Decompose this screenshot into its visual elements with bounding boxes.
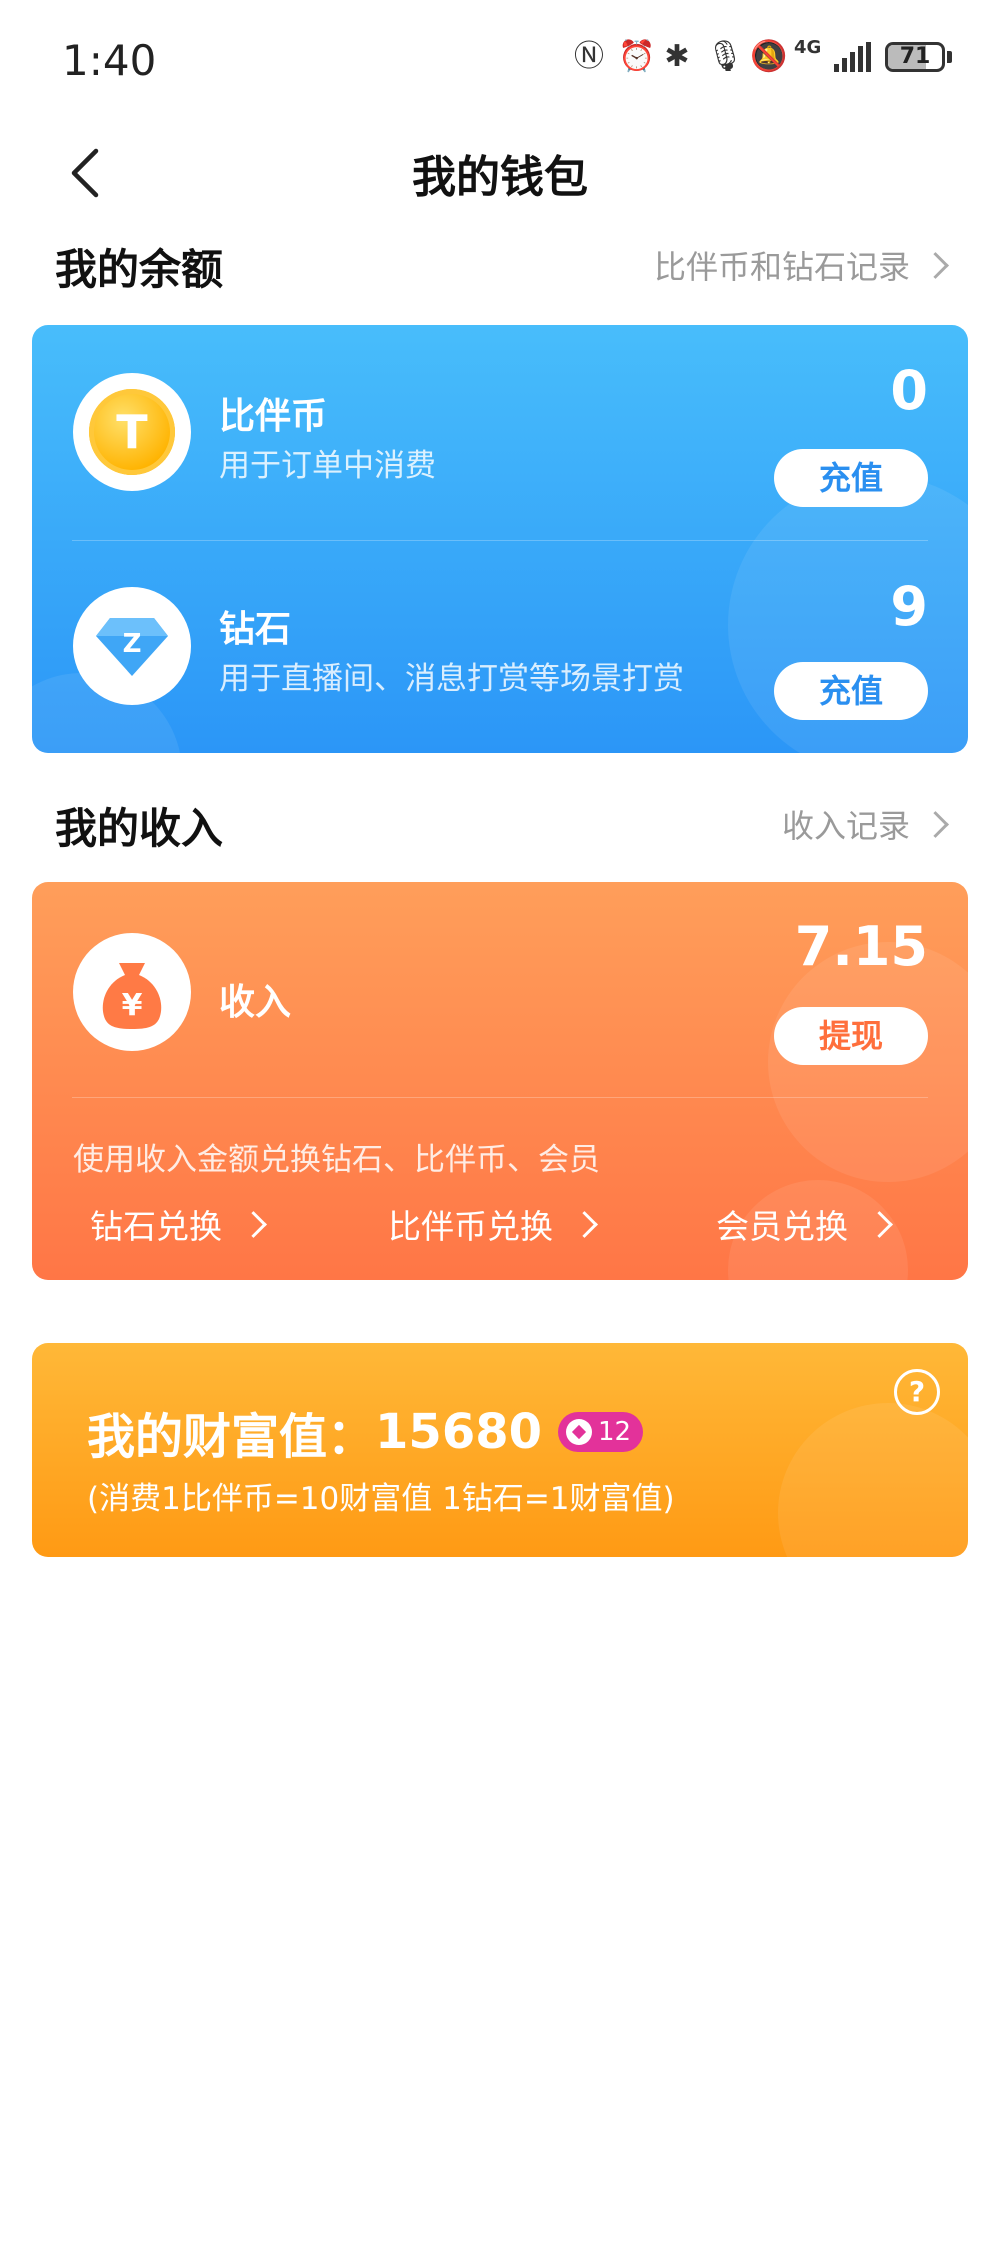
withdraw-button[interactable]: 提现 [774, 1007, 928, 1065]
diamond-name: 钻石 [219, 609, 292, 650]
income-records-link[interactable]: 收入记录 [781, 801, 949, 847]
mic-icon: 🎙 [706, 39, 745, 74]
mute-bell-icon: 🔕 [750, 39, 788, 74]
coin-row: T 比伴币 用于订单中消费 0 充值 [32, 325, 968, 540]
diamond-row: Z 钻石 用于直播间、消息打赏等场景打赏 9 充值 [32, 540, 968, 753]
money-bag-icon: ¥ [102, 963, 162, 1029]
wealth-line: 我的财富值： 15680 12 [87, 1397, 644, 1467]
status-icons: Ⓝ ⏰ ✱ 🎙 🔕 4G 71 [574, 37, 952, 74]
coin-icon: T [89, 389, 175, 475]
diamond-icon: Z [89, 603, 175, 689]
diamond-glyph: Z [123, 629, 142, 659]
income-title: 我的收入 [55, 804, 224, 853]
income-amount: 7.15 [794, 915, 928, 978]
svg-text:¥: ¥ [122, 988, 143, 1023]
balance-records-link[interactable]: 比伴币和钻石记录 [653, 242, 949, 288]
income-header: 我的收入 收入记录 [55, 787, 949, 857]
income-icon-wrap: ¥ [73, 933, 191, 1051]
diamond-balance: 9 [890, 575, 928, 638]
wealth-level: 12 [598, 1417, 632, 1447]
signal-icon [834, 42, 871, 72]
income-name: 收入 [219, 982, 292, 1023]
help-icon[interactable]: ? [894, 1369, 940, 1415]
level-icon [566, 1419, 593, 1445]
wealth-value: 15680 [375, 1404, 543, 1460]
income-exchange-note: 使用收入金额兑换钻石、比伴币、会员 [73, 1142, 600, 1178]
diamond-recharge-button[interactable]: 充值 [774, 662, 928, 720]
divider [72, 1097, 928, 1098]
chevron-right-icon [922, 810, 949, 838]
coin-desc: 用于订单中消费 [219, 448, 436, 484]
status-bar: 1:40 Ⓝ ⏰ ✱ 🎙 🔕 4G 71 [0, 0, 1000, 125]
coin-recharge-button[interactable]: 充值 [774, 449, 928, 507]
diamond-exchange-link[interactable]: 钻石兑换 [90, 1200, 267, 1248]
nfc-icon: Ⓝ [574, 39, 604, 74]
page-title: 我的钱包 [412, 152, 588, 203]
wealth-card: 我的财富值： 15680 12 (消费1比伴币=10财富值 1钻石=1财富值) … [32, 1343, 968, 1557]
wealth-label: 我的财富值： [87, 1409, 376, 1465]
diamond-exchange-label: 钻石兑换 [90, 1207, 222, 1246]
income-records-label: 收入记录 [781, 807, 910, 845]
coin-exchange-link[interactable]: 比伴币兑换 [388, 1200, 598, 1248]
status-time: 1:40 [62, 36, 157, 85]
diamond-icon-wrap: Z [73, 587, 191, 705]
member-exchange-label: 会员兑换 [716, 1207, 848, 1246]
balance-records-label: 比伴币和钻石记录 [653, 248, 910, 286]
battery-level: 71 [899, 44, 931, 69]
coin-exchange-label: 比伴币兑换 [388, 1207, 553, 1246]
battery-icon: 71 [885, 42, 952, 72]
balance-card: T 比伴币 用于订单中消费 0 充值 Z 钻石 用于直播间、消息打赏等场景打赏 … [32, 325, 968, 753]
alarm-icon: ⏰ [618, 39, 656, 74]
member-exchange-link[interactable]: 会员兑换 [716, 1200, 893, 1248]
balance-header: 我的余额 比伴币和钻石记录 [55, 228, 949, 298]
chevron-right-icon [866, 1210, 893, 1238]
wealth-level-badge: 12 [558, 1412, 644, 1452]
chevron-right-icon [240, 1210, 267, 1238]
coin-icon-wrap: T [73, 373, 191, 491]
coin-name: 比伴币 [219, 396, 328, 437]
network-type: 4G [794, 37, 822, 58]
wealth-note: (消费1比伴币=10财富值 1钻石=1财富值) [87, 1481, 675, 1517]
chevron-right-icon [922, 251, 949, 279]
coin-balance: 0 [890, 359, 928, 422]
bluetooth-icon: ✱ [664, 39, 690, 74]
diamond-desc: 用于直播间、消息打赏等场景打赏 [219, 661, 684, 697]
income-card: ¥ 收入 7.15 提现 使用收入金额兑换钻石、比伴币、会员 钻石兑换 比伴币兑… [32, 882, 968, 1280]
balance-title: 我的余额 [55, 245, 224, 294]
nav-bar: 我的钱包 [0, 125, 1000, 215]
chevron-right-icon [571, 1210, 598, 1238]
